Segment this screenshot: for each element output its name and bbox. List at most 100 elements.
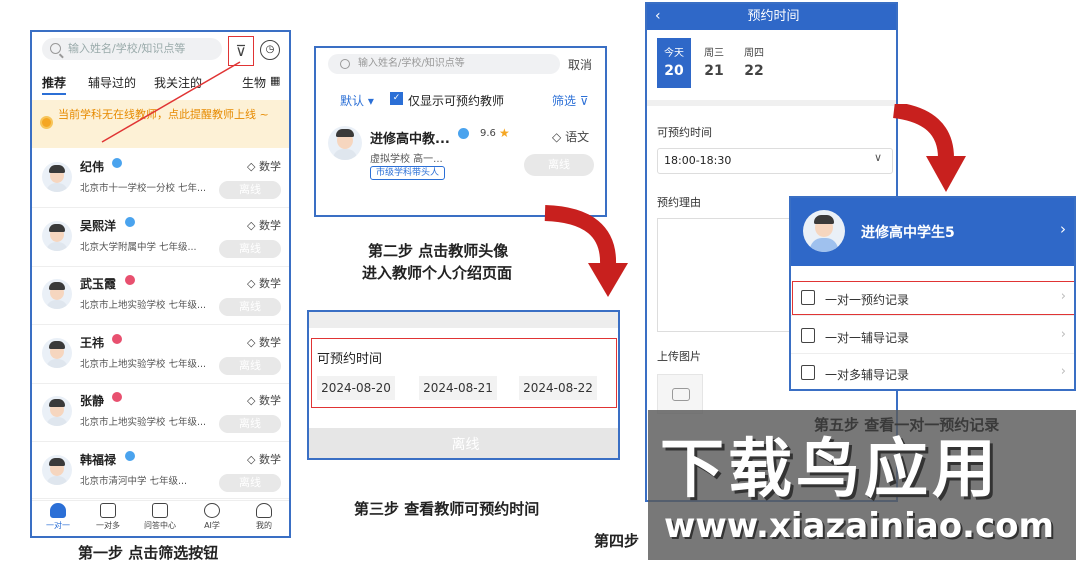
- teacher-avatar[interactable]: [328, 126, 362, 160]
- caption-step1: 第一步 点击筛选按钮: [78, 544, 219, 562]
- avatar-body: [46, 475, 68, 485]
- day-tab-wed[interactable]: 周三 21: [697, 38, 731, 88]
- offline-button[interactable]: 离线: [219, 298, 281, 316]
- document-icon: [801, 365, 815, 380]
- offline-button[interactable]: 离线: [219, 239, 281, 258]
- filter-icon: ⊽: [579, 94, 589, 108]
- teacher-row[interactable]: 吴熙洋北京大学附属中学 七年级... ◇ 数学离线: [32, 209, 289, 267]
- tag-icon: ◇: [247, 160, 256, 173]
- teacher-avatar[interactable]: [42, 279, 72, 309]
- upload-image-button[interactable]: [657, 374, 703, 414]
- filter-icon: ⊽: [235, 42, 247, 60]
- available-only-checkbox[interactable]: ✓: [390, 92, 403, 105]
- offline-button[interactable]: 离线: [219, 415, 281, 433]
- subject-tag: ◇ 数学: [247, 277, 281, 290]
- teacher-name: 武玉霞: [80, 277, 117, 291]
- teacher-avatar[interactable]: [42, 396, 72, 426]
- ai-icon: [204, 503, 220, 518]
- avatar-hair: [336, 129, 354, 137]
- teacher-name: 张静: [80, 394, 105, 408]
- chevron-down-icon: ∨: [873, 151, 882, 164]
- verified-icon: [125, 216, 135, 227]
- user-name: 进修高中学生5: [861, 225, 955, 241]
- teacher-name: 纪伟: [80, 160, 105, 174]
- teacher-row[interactable]: 张静 北京市上地实验学校 七年级... ◇ 数学 离线: [32, 384, 289, 442]
- offline-button[interactable]: 离线: [524, 154, 594, 176]
- teacher-school: 虚拟学校 高一...: [370, 154, 443, 165]
- bottom-nav: 一对一 一对多 问答中心 AI学 我的: [32, 498, 289, 536]
- grid-icon[interactable]: ▦: [270, 74, 280, 87]
- available-time-title: 可预约时间: [317, 352, 383, 367]
- calendar-icon: [801, 290, 815, 305]
- tag-icon: ◇: [247, 218, 256, 232]
- tag-icon: ◇: [552, 130, 562, 144]
- day-tab-thu[interactable]: 周四 22: [737, 38, 771, 88]
- teacher-avatar[interactable]: [42, 337, 72, 368]
- menu-item-booking-records[interactable]: 一对一预约记录 ›: [791, 280, 1074, 316]
- caption-step4: 第四步: [594, 532, 640, 550]
- camera-icon: [672, 388, 690, 401]
- teacher-row[interactable]: 武玉霞北京市上地实验学校 七年级... ◇ 数学离线: [32, 267, 289, 325]
- profile-header[interactable]: 进修高中学生5 ›: [791, 198, 1074, 266]
- nav-one-to-many[interactable]: 一对多: [88, 503, 128, 531]
- teacher-name: 吴熙洋: [80, 218, 117, 233]
- teacher-avatar[interactable]: [42, 454, 72, 485]
- avatar-body: [46, 183, 68, 192]
- teacher-avatar[interactable]: [42, 220, 72, 251]
- cancel-button[interactable]: 取消: [568, 56, 592, 73]
- subject-tag: ◇ 数学: [247, 335, 281, 349]
- nav-one-on-one[interactable]: 一对一: [38, 503, 78, 531]
- date-chip[interactable]: 2024-08-20: [317, 376, 395, 400]
- arrow-step2-to-3: [544, 205, 628, 297]
- day-tab-today[interactable]: 今天 20: [657, 38, 691, 88]
- search-icon: [340, 59, 350, 69]
- avatar-hair: [49, 340, 65, 349]
- offline-button[interactable]: 离线: [219, 356, 281, 375]
- history-icon[interactable]: ◷: [260, 40, 280, 60]
- teacher-school: 北京市上地实验学校 七年级...: [80, 300, 207, 311]
- avatar-hair: [49, 223, 65, 232]
- avatar-body: [46, 358, 68, 368]
- search-input[interactable]: 输入姓名/学校/知识点等: [42, 38, 222, 60]
- date-chip[interactable]: 2024-08-21: [419, 376, 497, 400]
- rating: 9.6: [480, 128, 496, 139]
- offline-button[interactable]: 离线: [219, 181, 281, 199]
- offline-bar[interactable]: 离线: [309, 428, 618, 458]
- sort-dropdown[interactable]: 默认 ▾: [340, 92, 374, 109]
- tab-recommend[interactable]: 推荐: [42, 74, 67, 95]
- teacher-row[interactable]: 纪伟 北京市十一学校一分校 七年... ◇ 数学 离线: [32, 150, 289, 208]
- search-input[interactable]: 输入姓名/学校/知识点等: [328, 54, 560, 74]
- caption-step2-line1: 第二步 点击教师头像: [368, 242, 509, 260]
- teacher-school: 北京市十一学校一分校 七年...: [80, 183, 207, 194]
- upload-label: 上传图片: [657, 350, 701, 363]
- verified-icon: [125, 450, 135, 461]
- nav-ai[interactable]: AI学: [192, 503, 232, 531]
- menu-item-group-records[interactable]: 一对多辅导记录 ›: [791, 355, 1074, 389]
- offline-button[interactable]: 离线: [219, 473, 281, 492]
- subject-tag: ◇ 数学: [247, 218, 281, 232]
- page-title: 预约时间: [647, 4, 896, 30]
- teacher-row[interactable]: 韩福禄 北京市清河中学 七年级... ◇ 数学 离线: [32, 443, 289, 501]
- teacher-avatar[interactable]: [42, 162, 72, 192]
- menu-item-tutor-records[interactable]: 一对一辅导记录 ›: [791, 318, 1074, 354]
- tag-icon: ◇: [247, 394, 256, 407]
- teacher-row[interactable]: 王祎 北京市上地实验学校 七年级... ◇ 数学 离线: [32, 326, 289, 384]
- teacher-school: 北京市上地实验学校 七年级...: [80, 417, 207, 428]
- divider: [647, 100, 896, 106]
- avatar-body: [46, 300, 68, 309]
- nav-me[interactable]: 我的: [244, 503, 284, 531]
- pointer-line: [101, 61, 241, 143]
- search-icon: [50, 43, 61, 54]
- back-icon[interactable]: ‹: [655, 8, 661, 24]
- teacher-name[interactable]: 进修高中教...: [370, 128, 450, 147]
- nav-qa-center[interactable]: 问答中心: [140, 503, 180, 531]
- teacher-school: 北京市清河中学 七年级...: [80, 475, 188, 487]
- time-select[interactable]: 18:00-18:30: [657, 148, 893, 174]
- filter-button[interactable]: 筛选 ⊽: [552, 92, 589, 109]
- teacher-school: 北京市上地实验学校 七年级...: [80, 358, 207, 370]
- avatar-hair: [49, 399, 65, 407]
- time-label: 可预约时间: [657, 126, 712, 139]
- teacher-school: 北京大学附属中学 七年级...: [80, 241, 197, 253]
- tv-icon: [100, 503, 116, 518]
- date-chip[interactable]: 2024-08-22: [519, 376, 597, 400]
